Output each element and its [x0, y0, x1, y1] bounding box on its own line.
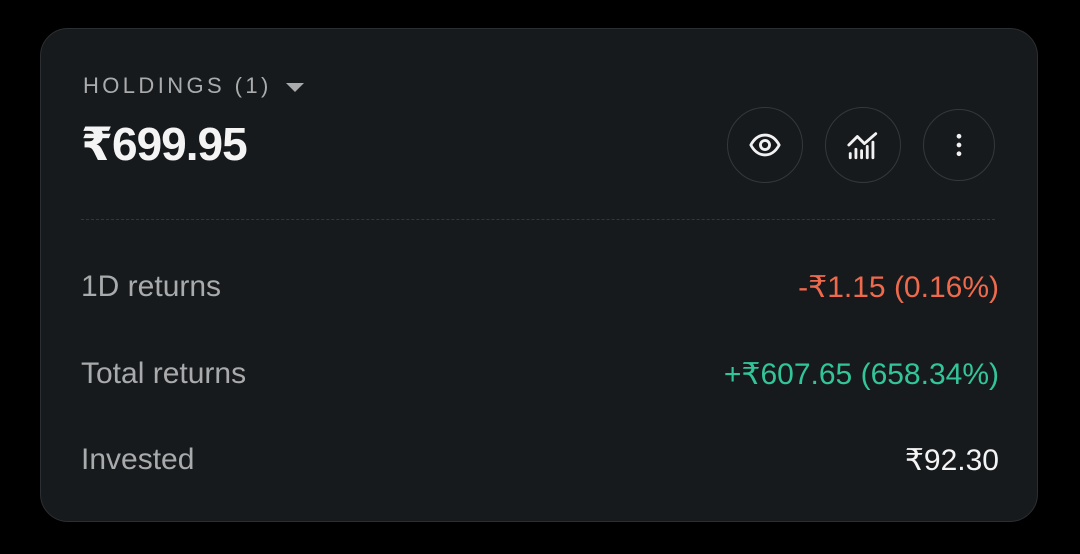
- more-vertical-icon: [956, 133, 962, 157]
- more-options-button[interactable]: [923, 109, 995, 181]
- holdings-actions: [727, 107, 995, 183]
- row-label: 1D returns: [81, 270, 222, 303]
- summary-row-total-returns: Total returns +₹607.65 (658.34%): [81, 354, 999, 394]
- row-value: -₹1.15 (0.16%): [798, 270, 999, 304]
- eye-icon: [749, 133, 781, 157]
- summary-row-invested: Invested ₹92.30: [81, 440, 999, 480]
- summary-row-1d-returns: 1D returns -₹1.15 (0.16%): [81, 267, 999, 307]
- row-label: Invested: [81, 443, 195, 476]
- toggle-visibility-button[interactable]: [727, 107, 803, 183]
- holdings-card: HOLDINGS (1) ₹699.95 1D returns -₹1.15 (…: [40, 28, 1038, 522]
- row-value: +₹607.65 (658.34%): [723, 357, 999, 391]
- holdings-current-value: ₹699.95: [81, 118, 248, 170]
- analytics-chart-icon: [847, 132, 878, 160]
- holdings-title: HOLDINGS (1): [83, 73, 272, 98]
- section-divider: [81, 219, 995, 220]
- row-value: ₹92.30: [904, 443, 999, 477]
- row-label: Total returns: [81, 357, 247, 390]
- analytics-button[interactable]: [825, 107, 901, 183]
- holdings-dropdown[interactable]: HOLDINGS (1): [83, 73, 304, 99]
- caret-down-icon: [285, 82, 304, 92]
